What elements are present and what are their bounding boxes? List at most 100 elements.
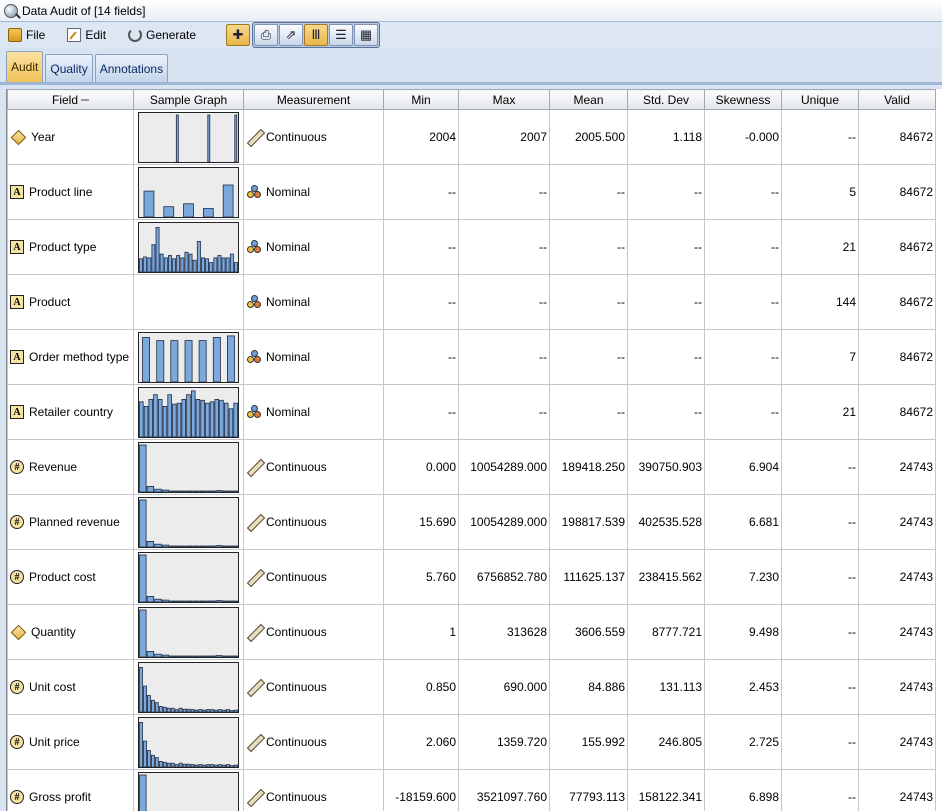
field-cell[interactable]: # Revenue: [7, 439, 134, 495]
table-row[interactable]: A Product type Nominal -- -- -- -- -- 21 84672: [7, 219, 936, 275]
sample-graph[interactable]: [138, 606, 239, 658]
column-header-unique[interactable]: Unique: [781, 89, 859, 110]
field-cell[interactable]: A Order method type: [7, 329, 134, 385]
measurement-cell[interactable]: Nominal: [243, 329, 384, 385]
measurement-cell[interactable]: Continuous: [243, 109, 384, 165]
unique-cell: 5: [781, 164, 859, 220]
tab-quality[interactable]: Quality: [45, 54, 93, 82]
measurement-cell[interactable]: Continuous: [243, 494, 384, 550]
sample-graph-cell[interactable]: [133, 659, 244, 715]
table-row[interactable]: # Unit cost Continuous 0.850 690.000 84.886 13…: [7, 659, 936, 715]
column-header-valid[interactable]: Valid: [858, 89, 936, 110]
sample-graph-cell[interactable]: [133, 384, 244, 440]
measurement-cell[interactable]: Continuous: [243, 714, 384, 770]
field-cell[interactable]: A Product line: [7, 164, 134, 220]
column-header-max[interactable]: Max: [458, 89, 550, 110]
histogram-bar: [170, 339, 179, 382]
column-header-mean[interactable]: Mean: [549, 89, 628, 110]
field-cell[interactable]: # Unit price: [7, 714, 134, 770]
sample-graph-cell[interactable]: [133, 714, 244, 770]
histogram-bar: [222, 655, 231, 657]
sample-graph-cell[interactable]: [133, 549, 244, 605]
sample-graph[interactable]: [138, 331, 239, 383]
measurement-cell[interactable]: Nominal: [243, 219, 384, 275]
tab-audit[interactable]: Audit: [6, 51, 44, 82]
table-row[interactable]: A Retailer country Nominal -- -- -- -- -- 21 8467…: [7, 384, 936, 440]
field-cell[interactable]: A Product type: [7, 219, 134, 275]
field-cell[interactable]: # Gross profit: [7, 769, 134, 811]
audit-table-container[interactable]: Field Sample Graph Measurement Min Max M…: [6, 89, 942, 811]
sample-graph-cell[interactable]: [133, 274, 244, 330]
column-header-std-dev[interactable]: Std. Dev: [627, 89, 705, 110]
column-header-min[interactable]: Min: [383, 89, 459, 110]
sample-graph[interactable]: [138, 551, 239, 603]
histogram-bar: [143, 405, 149, 437]
sample-graph-cell[interactable]: [133, 164, 244, 220]
measurement-cell[interactable]: Continuous: [243, 549, 384, 605]
sample-graph[interactable]: [138, 386, 239, 438]
histogram-bar: [200, 655, 208, 657]
column-header-measurement[interactable]: Measurement: [243, 89, 384, 110]
std-dev-cell: 390750.903: [627, 439, 705, 495]
sample-graph-cell[interactable]: [133, 219, 244, 275]
menu-generate[interactable]: Generate: [128, 28, 196, 42]
print-button[interactable]: ⎙: [254, 24, 278, 46]
skewness-cell: 9.498: [704, 604, 782, 660]
table-row[interactable]: A Product Nominal -- -- -- -- -- 144 84672: [7, 274, 936, 330]
table-row[interactable]: # Revenue Continuous 0.000 10054289.000 18941…: [7, 439, 936, 495]
histogram-bar: [222, 764, 227, 767]
measurement-cell[interactable]: Continuous: [243, 439, 384, 495]
column-header-field[interactable]: Field: [7, 89, 134, 110]
export-button[interactable]: ⇗: [279, 24, 303, 46]
list-view-button[interactable]: ☰: [329, 24, 353, 46]
field-cell[interactable]: A Product: [7, 274, 134, 330]
table-row[interactable]: Year Continuous 2004 2007 2005.500 1.118 -0.00…: [7, 109, 936, 165]
table-row[interactable]: # Product cost Continuous 5.760 6756852.780 1…: [7, 549, 936, 605]
table-view-button[interactable]: ▦: [354, 24, 378, 46]
sample-graph[interactable]: [138, 221, 239, 273]
sample-graph[interactable]: [138, 661, 239, 713]
sample-graph-cell[interactable]: [133, 109, 244, 165]
column-header-skewness[interactable]: Skewness: [704, 89, 782, 110]
field-cell[interactable]: A Retailer country: [7, 384, 134, 440]
menu-file[interactable]: File: [8, 28, 45, 42]
table-row[interactable]: # Planned revenue Continuous 15.690 10054289…: [7, 494, 936, 550]
measurement-cell[interactable]: Nominal: [243, 274, 384, 330]
measurement-cell[interactable]: Continuous: [243, 769, 384, 811]
field-cell[interactable]: # Product cost: [7, 549, 134, 605]
sample-graph-cell[interactable]: [133, 604, 244, 660]
sample-graph[interactable]: [138, 496, 239, 548]
sample-graph[interactable]: [138, 771, 239, 811]
sample-graph[interactable]: [138, 111, 239, 163]
menu-edit[interactable]: Edit: [67, 28, 106, 42]
table-row[interactable]: A Product line Nominal -- -- -- -- -- 5 84672: [7, 164, 936, 220]
histogram-bar: [234, 261, 238, 272]
sample-graph-cell[interactable]: [133, 329, 244, 385]
field-cell[interactable]: # Unit cost: [7, 659, 134, 715]
columns-view-button[interactable]: Ⅲ: [304, 24, 328, 46]
measurement-cell[interactable]: Nominal: [243, 384, 384, 440]
histogram-bar: [221, 257, 226, 272]
generate-node-button[interactable]: ✚: [226, 24, 250, 46]
sample-graph[interactable]: [138, 716, 239, 768]
histogram-bar: [184, 655, 193, 657]
column-header-sample-graph[interactable]: Sample Graph: [133, 89, 244, 110]
sample-graph[interactable]: [138, 441, 239, 493]
measurement-cell[interactable]: Continuous: [243, 659, 384, 715]
mean-cell: --: [549, 329, 628, 385]
sample-graph-cell[interactable]: [133, 439, 244, 495]
table-row[interactable]: # Unit price Continuous 2.060 1359.720 155.99…: [7, 714, 936, 770]
sample-graph[interactable]: [138, 166, 239, 218]
measurement-cell[interactable]: Continuous: [243, 604, 384, 660]
measurement-cell[interactable]: Nominal: [243, 164, 384, 220]
field-cell[interactable]: Year: [7, 109, 134, 165]
field-cell[interactable]: Quantity: [7, 604, 134, 660]
tab-annotations[interactable]: Annotations: [94, 54, 169, 82]
generate-node-icon: ✚: [232, 27, 244, 42]
table-row[interactable]: # Gross profit Continuous -18159.600 3521097…: [7, 769, 936, 811]
sample-graph-cell[interactable]: [133, 769, 244, 811]
sample-graph-cell[interactable]: [133, 494, 244, 550]
table-row[interactable]: A Order method type Nominal -- -- -- -- -- 7 8467…: [7, 329, 936, 385]
table-row[interactable]: Quantity Continuous 1 313628 3606.559 8777.72…: [7, 604, 936, 660]
field-cell[interactable]: # Planned revenue: [7, 494, 134, 550]
